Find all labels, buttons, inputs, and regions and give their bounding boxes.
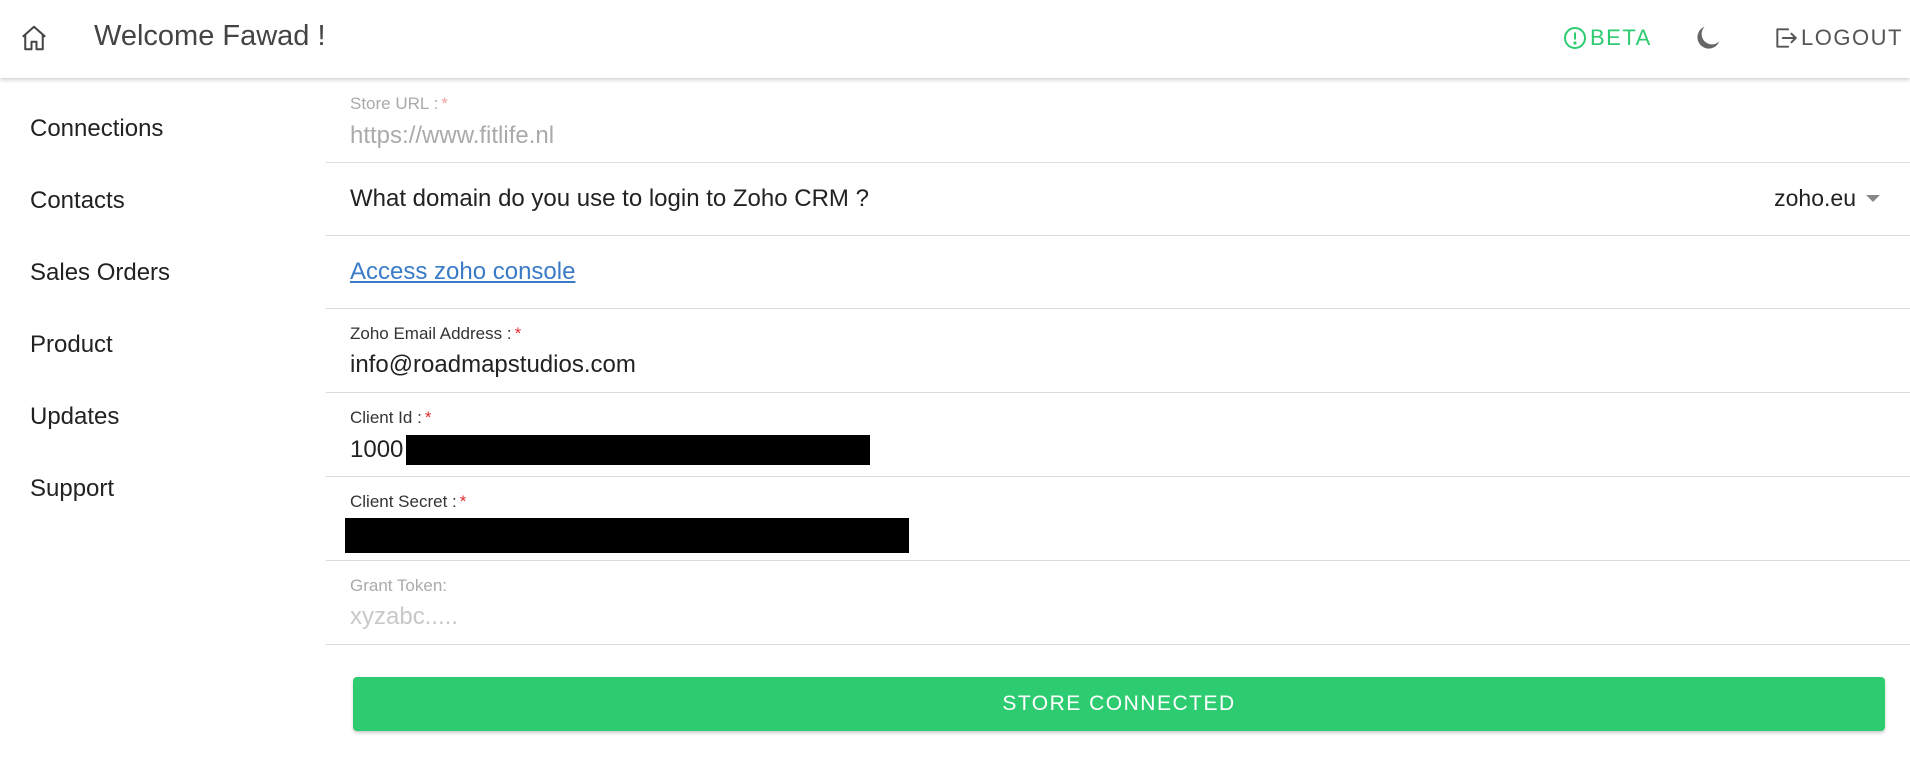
required-mark: * (459, 492, 467, 511)
client-secret-redacted-value[interactable] (345, 518, 909, 553)
sidebar-item-product[interactable]: Product (30, 330, 113, 360)
client-id-label: Client Id : * (350, 408, 431, 428)
theme-toggle-button[interactable] (1690, 20, 1726, 56)
client-secret-label: Client Secret : * (350, 492, 466, 512)
client-id-field[interactable]: Client Id : * 1000 (326, 393, 1910, 477)
beta-button[interactable]: BETA (1563, 24, 1652, 52)
grant-token-placeholder[interactable]: xyzabc..... (350, 603, 458, 631)
logout-button[interactable]: LOGOUT (1773, 24, 1903, 52)
email-value[interactable]: info@roadmapstudios.com (350, 351, 636, 379)
store-url-field[interactable]: Store URL : * https://www.fitlife.nl (326, 78, 1910, 163)
store-url-label: Store URL : * (350, 94, 448, 114)
sidebar-item-updates[interactable]: Updates (30, 402, 119, 432)
domain-question: What domain do you use to login to Zoho … (350, 185, 869, 212)
client-secret-label-text: Client Secret : (350, 492, 457, 511)
email-field[interactable]: Zoho Email Address : * info@roadmapstudio… (326, 309, 1910, 393)
chevron-down-icon (1866, 195, 1880, 202)
grant-token-field[interactable]: Grant Token: xyzabc..... (326, 561, 1910, 645)
logout-label: LOGOUT (1801, 25, 1903, 50)
required-mark: * (441, 94, 448, 113)
info-circle-icon (1564, 27, 1586, 49)
client-id-label-text: Client Id : (350, 408, 422, 427)
required-mark: * (424, 408, 432, 427)
required-mark: * (514, 324, 522, 343)
domain-row: What domain do you use to login to Zoho … (326, 163, 1910, 236)
email-label: Zoho Email Address : * (350, 324, 521, 344)
sidebar-item-connections[interactable]: Connections (30, 114, 163, 144)
top-app-bar: Welcome Fawad ! BETA LOGOUT (0, 0, 1910, 78)
redaction-block (406, 435, 871, 465)
client-id-visible-part: 1000 (350, 436, 404, 463)
sidebar-item-sales-orders[interactable]: Sales Orders (30, 258, 170, 288)
welcome-title: Welcome Fawad ! (94, 20, 326, 52)
client-secret-field[interactable]: Client Secret : * (326, 477, 1910, 561)
sidebar-item-contacts[interactable]: Contacts (30, 186, 125, 216)
grant-token-label: Grant Token: (350, 576, 448, 595)
moon-icon (1697, 26, 1720, 49)
console-link-row: Access zoho console (326, 236, 1910, 309)
connection-form: Store URL : * https://www.fitlife.nl What… (326, 78, 1910, 773)
sidebar-item-support[interactable]: Support (30, 474, 114, 504)
beta-label: BETA (1590, 25, 1652, 50)
client-id-value[interactable]: 1000 (350, 435, 871, 465)
domain-select[interactable]: zoho.eu (1774, 185, 1880, 212)
domain-select-value: zoho.eu (1774, 185, 1856, 211)
store-connected-button[interactable]: STORE CONNECTED (353, 677, 1885, 731)
sidebar-nav: Connections Contacts Sales Orders Produc… (0, 78, 326, 773)
store-url-value[interactable]: https://www.fitlife.nl (350, 122, 554, 150)
access-zoho-console-link[interactable]: Access zoho console (350, 258, 575, 286)
home-button[interactable] (16, 20, 52, 56)
home-icon (22, 25, 46, 51)
logout-icon (1776, 28, 1797, 48)
email-label-text: Zoho Email Address : (350, 324, 512, 343)
store-url-label-text: Store URL : (350, 94, 439, 113)
